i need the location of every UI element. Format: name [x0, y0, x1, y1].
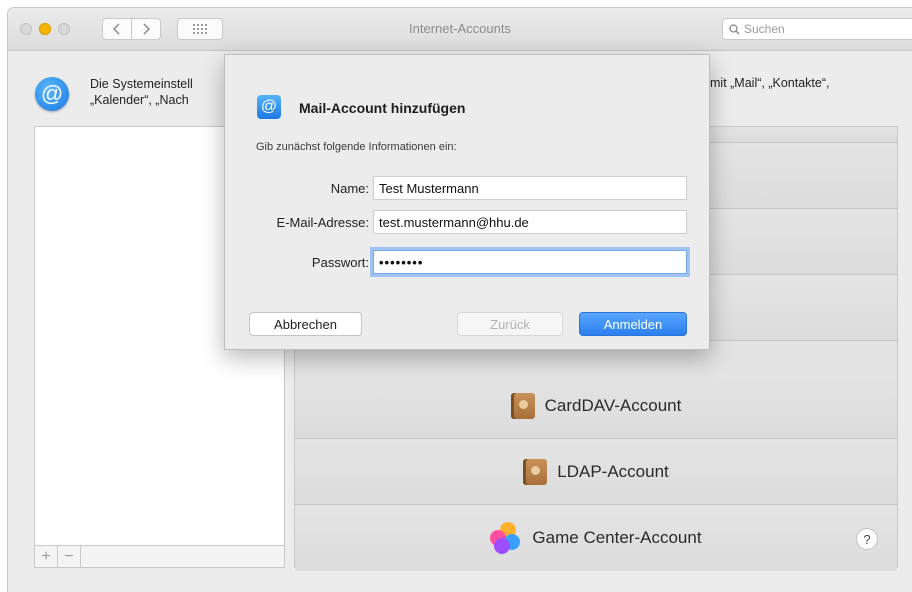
header-line-2: „Kalender“, „Nach — [90, 93, 189, 107]
remove-account-button[interactable]: − — [58, 546, 81, 567]
provider-row-carddav[interactable]: CardDAV-Account — [295, 373, 897, 439]
provider-label: LDAP-Account — [557, 461, 669, 481]
email-label: E-Mail-Adresse: — [276, 215, 369, 230]
header-description-right: mit „Mail“, „Kontakte“, — [710, 76, 830, 90]
name-label: Name: — [330, 181, 369, 196]
sign-in-button[interactable]: Anmelden — [579, 312, 687, 336]
header-description: Die Systemeinstell „Kalender“, „Nach — [90, 76, 193, 108]
help-button[interactable]: ? — [856, 528, 878, 550]
provider-row-game-center[interactable]: Game Center-Account — [295, 505, 897, 571]
add-account-button[interactable]: + — [35, 546, 58, 567]
header-line-1: Die Systemeinstell — [90, 77, 193, 91]
title-bar: Internet-Accounts Suchen — [8, 8, 912, 51]
provider-row-ldap[interactable]: LDAP-Account — [295, 439, 897, 505]
dialog-title: Mail-Account hinzufügen — [299, 100, 466, 116]
game-center-icon — [490, 522, 522, 554]
back-button-disabled[interactable]: Zurück — [457, 312, 563, 336]
search-input[interactable]: Suchen — [722, 18, 912, 40]
password-label: Passwort: — [311, 255, 369, 270]
search-placeholder: Suchen — [744, 22, 785, 36]
contacts-icon — [510, 392, 535, 419]
internet-accounts-icon: @ — [35, 77, 69, 111]
password-field[interactable]: •••••••• — [373, 250, 687, 274]
email-field[interactable]: test.mustermann@hhu.de — [373, 210, 687, 234]
dialog-subtitle: Gib zunächst folgende Informationen ein: — [256, 141, 457, 153]
mail-at-icon: @ — [257, 95, 281, 119]
name-field[interactable]: Test Mustermann — [373, 176, 687, 200]
accounts-list-toolbar: + − — [34, 546, 285, 568]
contacts-icon — [523, 458, 548, 485]
add-mail-account-dialog: @ Mail-Account hinzufügen Gib zunächst f… — [224, 54, 710, 350]
search-icon — [729, 23, 740, 34]
provider-label: CardDAV-Account — [544, 395, 682, 415]
provider-label: Game Center-Account — [532, 528, 702, 547]
cancel-button[interactable]: Abbrechen — [249, 312, 362, 336]
preferences-window: Internet-Accounts Suchen @ Die Systemein… — [8, 8, 912, 592]
